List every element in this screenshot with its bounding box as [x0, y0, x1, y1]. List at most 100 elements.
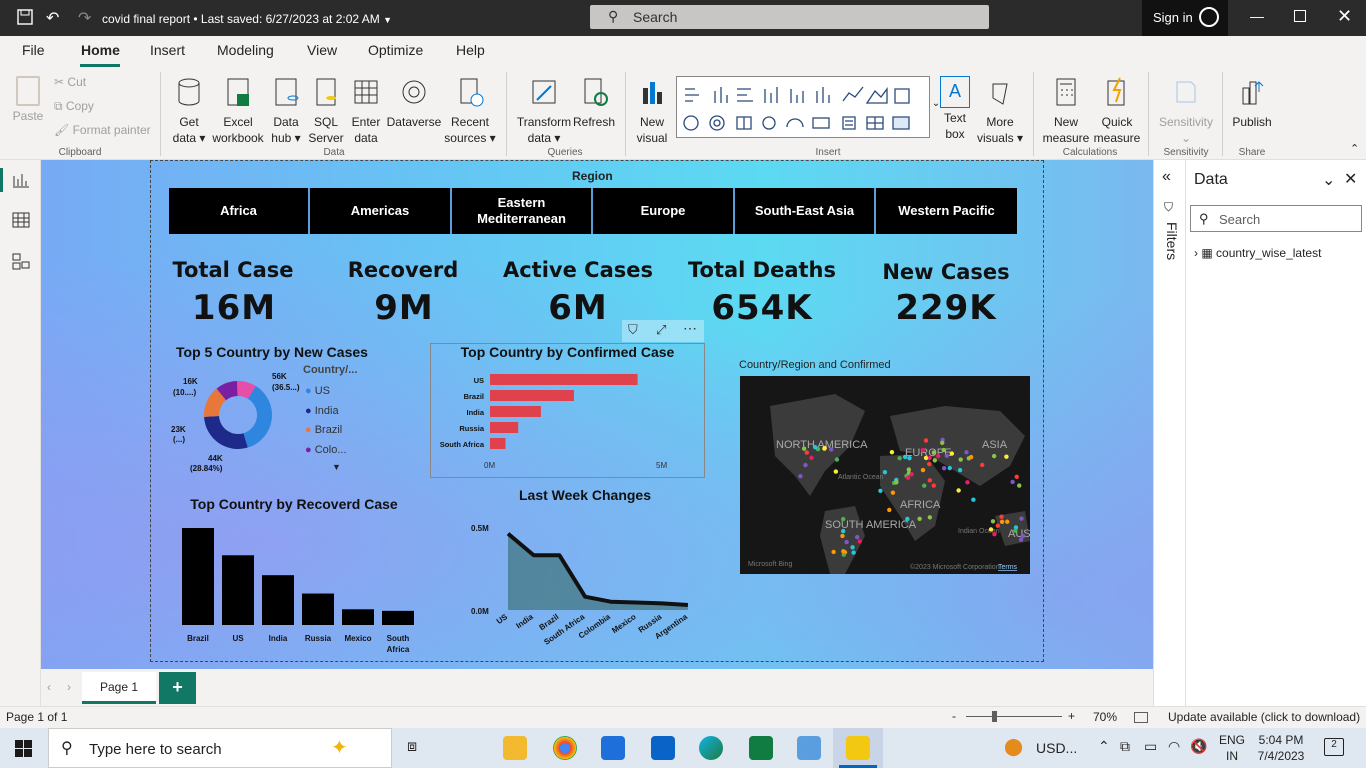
slicer-americas[interactable]: Americas — [310, 188, 452, 234]
map-bubble[interactable] — [964, 450, 969, 455]
slicer-africa[interactable]: Africa — [169, 188, 310, 234]
visual-gallery[interactable] — [676, 76, 930, 138]
confirmed-bar-south-africa[interactable] — [490, 438, 506, 449]
map-bubble[interactable] — [798, 474, 803, 479]
filters-pane-collapsed[interactable]: « ⛉ Filters — [1153, 160, 1186, 706]
map-bubble[interactable] — [992, 532, 997, 537]
map-bubble[interactable] — [804, 450, 810, 455]
confirmed-bar-india[interactable] — [490, 406, 541, 417]
control-panel-icon[interactable] — [797, 736, 821, 760]
map-bubble[interactable] — [833, 469, 839, 474]
confirmed-bar-chart[interactable]: US Brazil India Russia South Africa 0M 5M — [431, 362, 703, 474]
map-bubble[interactable] — [920, 467, 926, 473]
map-bubble[interactable] — [905, 475, 911, 481]
slicer-western-pacific[interactable]: Western Pacific — [876, 188, 1017, 234]
map-bubble[interactable] — [894, 480, 899, 485]
format-painter-button[interactable]: 🖌 Format painter — [54, 122, 151, 138]
map-terms-link[interactable]: Terms — [998, 564, 1018, 571]
map-bubble[interactable] — [1019, 516, 1024, 521]
new-measure-button[interactable]: New measure — [1040, 76, 1092, 146]
map-bubble[interactable] — [857, 539, 862, 544]
confirmed-bar-brazil[interactable] — [490, 390, 574, 401]
copy-button[interactable]: ⧉ Copy — [54, 98, 94, 114]
map-bubble[interactable] — [854, 534, 860, 540]
menu-view[interactable]: View — [307, 42, 337, 58]
filter-icon[interactable]: ⛉ — [628, 322, 638, 338]
more-visuals-button[interactable]: More visuals ▾ — [976, 76, 1024, 146]
mail-icon[interactable] — [651, 736, 675, 760]
map-bubble[interactable] — [809, 455, 814, 461]
map-bubble[interactable] — [902, 454, 908, 460]
recovered-bar-chart[interactable]: Brazil US India Russia Mexico South Africa — [170, 518, 420, 660]
menu-file[interactable]: File — [22, 42, 45, 58]
menu-modeling[interactable]: Modeling — [217, 42, 274, 58]
map-bubble[interactable] — [923, 438, 929, 443]
minimize-icon[interactable]: — — [1250, 8, 1264, 24]
quick-measure-button[interactable]: Quick measure — [1092, 76, 1142, 146]
model-view-icon[interactable] — [12, 252, 30, 270]
search-box[interactable]: ⚲ Search — [590, 5, 989, 29]
update-available-link[interactable]: Update available (click to download) — [1168, 710, 1360, 724]
legend-item-colombia[interactable]: ● Colo... — [305, 441, 347, 461]
cut-button[interactable]: ✂ Cut — [54, 74, 86, 90]
zoom-in-button[interactable]: + — [1068, 709, 1075, 723]
map-bubble[interactable] — [917, 516, 922, 522]
map-bubble[interactable] — [941, 465, 947, 471]
confirmed-bar-russia[interactable] — [490, 422, 519, 433]
save-icon[interactable] — [17, 9, 33, 25]
map-bubble[interactable] — [932, 458, 938, 463]
tray-expand-icon[interactable]: ⌃ — [1098, 738, 1110, 755]
legend-item-brazil[interactable]: ● Brazil — [305, 421, 347, 441]
map-bubble[interactable] — [841, 516, 846, 522]
map-bubble[interactable] — [831, 549, 836, 555]
recovered-bar-russia[interactable] — [302, 593, 334, 625]
legend-item-india[interactable]: ● India — [305, 402, 347, 422]
slicer-south-east-asia[interactable]: South-East Asia — [735, 188, 876, 234]
taskbar-search[interactable]: ⚲ Type here to search ✦ — [48, 728, 392, 768]
map-bubble[interactable] — [931, 450, 936, 455]
get-data-button[interactable]: Get data ▾ — [170, 76, 208, 146]
focus-mode-icon[interactable]: ⤢ — [656, 322, 666, 338]
publish-button[interactable]: Publish — [1230, 76, 1274, 130]
map-bubble[interactable] — [927, 478, 933, 483]
slicer-europe[interactable]: Europe — [593, 188, 735, 234]
sql-server-button[interactable]: SQL Server — [306, 76, 346, 146]
legend-scroll-icon[interactable]: ▼ — [332, 462, 341, 472]
map-bubble[interactable] — [1014, 474, 1019, 480]
close-pane-icon[interactable]: ✕ — [1344, 169, 1357, 189]
store-icon[interactable] — [601, 736, 625, 760]
enter-data-button[interactable]: Enter data — [348, 76, 384, 146]
sign-in-button[interactable]: Sign in — [1142, 0, 1228, 36]
map-bubble[interactable] — [920, 448, 926, 453]
map-bubble[interactable] — [1010, 479, 1015, 485]
map-bubble[interactable] — [971, 497, 976, 502]
map-bubble[interactable] — [956, 488, 961, 493]
map-bubble[interactable] — [840, 528, 846, 534]
zoom-slider[interactable] — [966, 716, 1062, 717]
map-bubble[interactable] — [931, 483, 936, 488]
prev-page-icon[interactable]: ‹ — [47, 680, 51, 694]
map-bubble[interactable] — [850, 545, 855, 550]
map-bubble[interactable] — [887, 507, 892, 513]
redo-icon[interactable]: ↷ — [78, 8, 91, 28]
fit-to-page-icon[interactable] — [1134, 712, 1148, 723]
powerbi-taskbar-button[interactable] — [833, 728, 883, 768]
volume-icon[interactable]: 🔇 — [1190, 738, 1207, 755]
next-page-icon[interactable]: › — [67, 680, 71, 694]
map-bubble[interactable] — [882, 469, 888, 475]
map-bubble[interactable] — [813, 444, 818, 450]
undo-icon[interactable]: ↶ — [46, 8, 59, 28]
map-bubble[interactable] — [999, 519, 1005, 524]
map-bubble[interactable] — [1005, 519, 1010, 524]
map-bubble[interactable] — [822, 446, 827, 451]
map-bubble[interactable] — [834, 457, 840, 462]
zoom-out-button[interactable]: - — [952, 709, 956, 723]
map-bubble[interactable] — [995, 523, 1001, 528]
menu-help[interactable]: Help — [456, 42, 485, 58]
map-bubble[interactable] — [944, 453, 950, 458]
map-bubble[interactable] — [890, 490, 896, 495]
data-hub-button[interactable]: Data hub ▾ — [268, 76, 304, 146]
confirmed-bar-us[interactable] — [490, 374, 638, 385]
menu-home[interactable]: Home — [81, 42, 120, 58]
map-bubble[interactable] — [980, 462, 985, 468]
